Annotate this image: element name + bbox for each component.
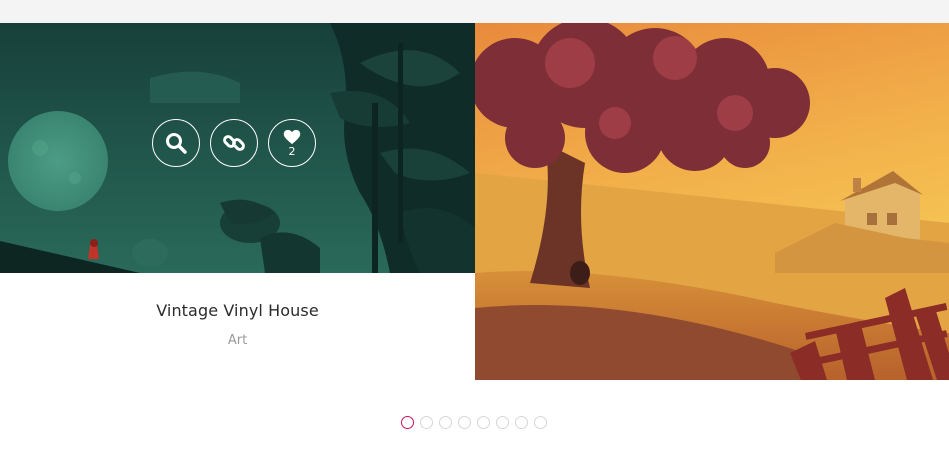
portfolio-thumbnail[interactable] [475, 23, 949, 380]
autumn-tree-illustration [475, 23, 949, 380]
like-count: 2 [288, 145, 296, 158]
pagination-dot[interactable] [401, 416, 414, 429]
pagination-dot[interactable] [496, 416, 509, 429]
thumbnail-actions: 2 [152, 119, 316, 169]
pagination-dot[interactable] [458, 416, 471, 429]
pagination-dot[interactable] [439, 416, 452, 429]
top-bar [0, 0, 949, 23]
pagination-dot[interactable] [477, 416, 490, 429]
portfolio-card[interactable]: 2 Vintage Vinyl House Art [0, 23, 475, 380]
link-icon [223, 135, 245, 151]
permalink-button[interactable] [210, 119, 258, 167]
search-icon [166, 133, 187, 154]
portfolio-category[interactable]: Art [0, 333, 475, 348]
portfolio-thumbnail[interactable]: 2 [0, 23, 475, 273]
pagination-dot[interactable] [515, 416, 528, 429]
portfolio-title[interactable]: Vintage Vinyl House [0, 301, 475, 320]
pagination-dot[interactable] [534, 416, 547, 429]
zoom-button[interactable] [152, 119, 200, 167]
portfolio-caption: Vintage Vinyl House Art [0, 273, 475, 380]
carousel-pagination [401, 416, 547, 429]
heart-icon [283, 129, 301, 145]
pagination-dot[interactable] [420, 416, 433, 429]
like-button[interactable]: 2 [268, 119, 316, 167]
